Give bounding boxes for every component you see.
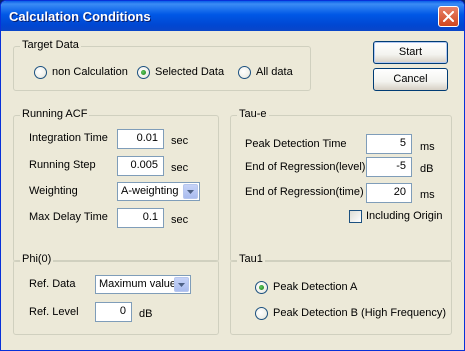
running-step-label: Running Step: [29, 159, 96, 171]
phi0-title: Phi(0): [20, 253, 54, 265]
integration-time-input[interactable]: 0.01: [117, 129, 164, 149]
radio-selected-data[interactable]: [137, 66, 150, 79]
running-acf-group: Running ACF Integration Time 0.01 sec Ru…: [13, 108, 219, 262]
close-button[interactable]: [438, 6, 459, 27]
radio-peak-detection-b[interactable]: [255, 307, 268, 320]
ref-data-label: Ref. Data: [29, 278, 76, 290]
tau1-group: Tau1 Peak Detection A Peak Detection B (…: [230, 253, 452, 335]
tau-e-title: Tau-e: [237, 108, 269, 120]
dialog-body: Target Data non Calculation Selected Dat…: [4, 31, 461, 349]
including-origin-checkbox[interactable]: [349, 210, 362, 223]
end-regression-level-input[interactable]: -5: [366, 157, 412, 177]
title-bar[interactable]: Calculation Conditions: [1, 1, 464, 31]
tau1-title: Tau1: [237, 253, 265, 265]
peak-detection-a-label: Peak Detection A: [273, 281, 358, 293]
peak-detection-time-unit: ms: [420, 141, 435, 153]
running-step-unit: sec: [171, 162, 189, 174]
peak-detection-b-label: Peak Detection B (High Frequency): [273, 307, 447, 319]
tau-e-group: Tau-e Peak Detection Time 5 ms End of Re…: [230, 108, 452, 262]
end-regression-level-unit: dB: [420, 163, 434, 175]
start-button[interactable]: Start: [373, 41, 448, 64]
end-regression-time-unit: ms: [420, 189, 435, 201]
max-delay-time-input[interactable]: 0.1: [117, 208, 164, 228]
max-delay-time-unit: sec: [171, 214, 189, 226]
non-calculation-label: non Calculation: [52, 66, 128, 78]
end-regression-time-label: End of Regression(time): [245, 186, 364, 198]
end-regression-time-input[interactable]: 20: [366, 183, 412, 203]
close-icon: [443, 11, 454, 22]
running-acf-title: Running ACF: [20, 108, 90, 120]
weighting-select[interactable]: A-weighting: [117, 182, 200, 201]
all-data-label: All data: [256, 66, 293, 78]
chevron-down-icon: [178, 282, 185, 287]
running-step-input[interactable]: 0.005: [117, 156, 164, 176]
weighting-label: Weighting: [29, 185, 78, 197]
max-delay-time-label: Max Delay Time: [29, 211, 108, 223]
start-button-label: Start: [398, 46, 423, 58]
including-origin-label: Including Origin: [366, 210, 443, 222]
radio-all-data[interactable]: [238, 66, 251, 79]
window-title: Calculation Conditions: [9, 9, 151, 24]
ref-data-select[interactable]: Maximum value: [95, 275, 191, 294]
peak-detection-time-input[interactable]: 5: [366, 134, 412, 154]
integration-time-label: Integration Time: [29, 132, 108, 144]
selected-data-label: Selected Data: [155, 66, 225, 78]
radio-peak-detection-a[interactable]: [255, 281, 268, 294]
phi0-group: Phi(0) Ref. Data Maximum value Ref. Leve…: [13, 253, 219, 335]
ref-data-dropdown-button[interactable]: [174, 277, 189, 292]
weighting-value: A-weighting: [121, 185, 179, 197]
ref-data-value: Maximum value: [99, 278, 177, 290]
target-data-group: Target Data non Calculation Selected Dat…: [13, 39, 311, 91]
calculation-conditions-dialog: Calculation Conditions Target Data non C…: [0, 0, 465, 351]
cancel-button-label: Cancel: [393, 73, 428, 85]
cancel-button[interactable]: Cancel: [373, 68, 448, 91]
ref-level-label: Ref. Level: [29, 306, 79, 318]
target-data-title: Target Data: [20, 39, 81, 51]
chevron-down-icon: [187, 189, 194, 194]
ref-level-input[interactable]: 0: [95, 302, 132, 322]
integration-time-unit: sec: [171, 135, 189, 147]
ref-level-unit: dB: [139, 308, 153, 320]
radio-non-calculation[interactable]: [34, 66, 47, 79]
weighting-dropdown-button[interactable]: [183, 184, 198, 199]
end-regression-level-label: End of Regression(level): [245, 161, 366, 173]
peak-detection-time-label: Peak Detection Time: [245, 138, 347, 150]
